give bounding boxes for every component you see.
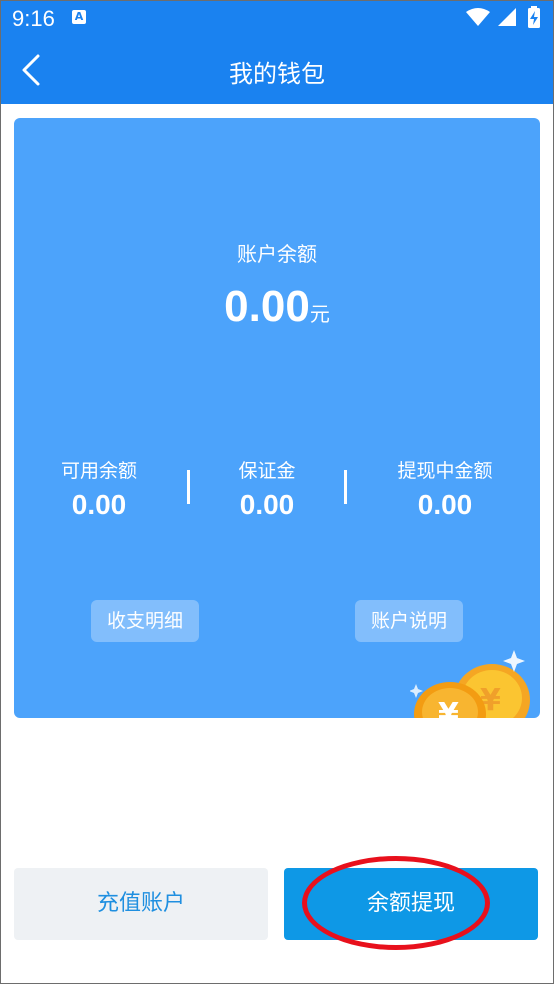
withdraw-balance-button[interactable]: 余额提现 [284,868,538,940]
wifi-icon [466,8,490,26]
stat-deposit: 保证金 0.00 [192,456,342,521]
gold-coins-icon: ¥ ¥ [410,650,530,718]
status-bar: 9:16 A [0,0,554,36]
stat-withdrawing: 提现中金额 0.00 [370,456,520,521]
balance-row: 0.00元 [14,282,540,332]
notification-a-icon: A [72,10,86,24]
stat-label: 保证金 [238,460,296,482]
svg-text:¥: ¥ [438,697,459,718]
status-icons [466,6,540,28]
stat-available: 可用余额 0.00 [24,456,174,521]
balance-amount: 0.00 [224,282,310,331]
account-info-button[interactable]: 账户说明 [355,600,463,642]
header: 9:16 A 我的钱包 [0,0,554,104]
status-time: 9:16 [12,6,55,31]
wallet-card: 账户余额 0.00元 可用余额 0.00 保证金 0.00 提现中金额 0.00… [14,118,540,718]
divider [187,470,190,504]
balance-label: 账户余额 [237,242,317,266]
divider [344,470,347,504]
title-bar: 我的钱包 [0,36,554,104]
stat-label: 提现中金额 [397,460,493,482]
stat-value: 0.00 [71,489,127,520]
stat-value: 0.00 [417,489,473,520]
recharge-account-button[interactable]: 充值账户 [14,868,268,940]
transaction-details-button[interactable]: 收支明细 [91,600,199,642]
stat-value: 0.00 [239,489,295,520]
signal-icon [498,8,516,26]
page-title: 我的钱包 [229,60,325,88]
battery-charging-icon [528,6,540,28]
stat-label: 可用余额 [60,460,137,482]
balance-unit: 元 [309,302,330,326]
